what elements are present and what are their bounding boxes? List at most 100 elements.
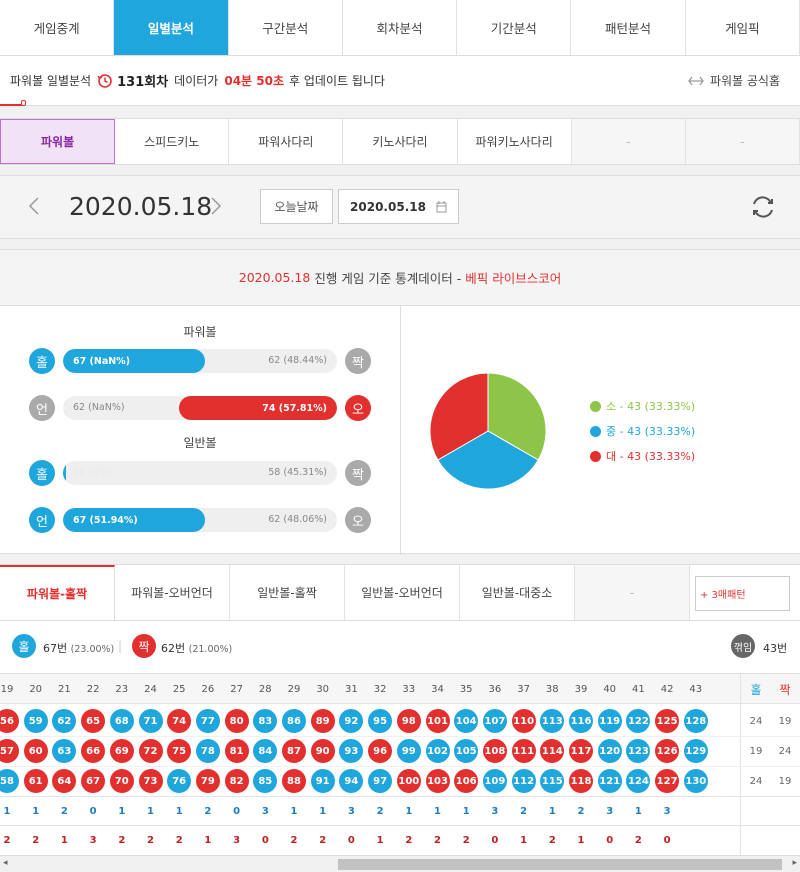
scroll-right-icon[interactable]: ▸ bbox=[792, 858, 797, 868]
number-ball: 128 bbox=[683, 709, 708, 733]
number-ball: 67 bbox=[81, 769, 106, 793]
legend-dot-medium bbox=[590, 425, 601, 437]
number-ball: 69 bbox=[109, 739, 134, 763]
number-ball: 106 bbox=[454, 769, 479, 793]
scroll-thumb[interactable] bbox=[338, 859, 782, 870]
number-ball: 121 bbox=[597, 769, 622, 793]
horizontal-scrollbar[interactable]: ◂ ▸ bbox=[0, 855, 800, 872]
number-ball: 119 bbox=[597, 709, 622, 733]
number-ball: 77 bbox=[195, 709, 220, 733]
normalball-section-title: 일반볼 bbox=[183, 436, 217, 450]
number-ball: 130 bbox=[683, 769, 708, 793]
odd-badge: 홀 bbox=[12, 634, 36, 658]
game-tab-speedkeno[interactable]: 스피드키노 bbox=[115, 119, 230, 164]
number-ball: 115 bbox=[540, 769, 565, 793]
next-date-button[interactable] bbox=[210, 196, 222, 222]
count-odd: 1 bbox=[462, 805, 470, 817]
count-odd: 1 bbox=[405, 805, 413, 817]
number-ball: 57 bbox=[0, 739, 19, 763]
date-picker[interactable]: 2020.05.18 bbox=[338, 189, 459, 224]
number-ball: 65 bbox=[81, 709, 106, 733]
tab-period-analysis[interactable]: 기간분석 bbox=[457, 0, 572, 55]
number-ball: 97 bbox=[368, 769, 393, 793]
official-home-link[interactable]: 파워볼 공식홈 bbox=[687, 72, 780, 89]
tab-live[interactable]: 게임중계 bbox=[0, 0, 115, 55]
tab-round-analysis[interactable]: 회차분석 bbox=[343, 0, 458, 55]
pattern-tab-normal-oddeven[interactable]: 일반볼-홀짝 bbox=[230, 565, 345, 620]
progress-pin bbox=[21, 100, 26, 106]
info-mid: 데이터가 bbox=[174, 74, 219, 88]
game-tab-power-ladder[interactable]: 파워사다리 bbox=[229, 119, 344, 164]
count-odd: 2 bbox=[577, 805, 585, 817]
column-header: 34 bbox=[431, 683, 444, 695]
info-prefix: 파워볼 일별분석 bbox=[10, 74, 92, 88]
tab-range-analysis[interactable]: 구간분석 bbox=[229, 0, 343, 55]
legend-dot-large bbox=[590, 450, 601, 462]
pattern-tab-powerball-overunder[interactable]: 파워볼-오버언더 bbox=[115, 565, 230, 620]
game-tab-empty-2: - bbox=[685, 119, 800, 164]
powerball-bar-right-fill-1: 74 (57.81%) bbox=[178, 396, 337, 420]
powerball-left-badge-0: 홀 bbox=[29, 348, 55, 374]
prev-date-button[interactable] bbox=[28, 196, 40, 222]
legend-medium: 중 - 43 (33.33%) bbox=[590, 423, 695, 439]
tab-pattern-analysis[interactable]: 패턴분석 bbox=[571, 0, 686, 55]
legend-small: 소 - 43 (33.33%) bbox=[590, 398, 695, 414]
column-header: 25 bbox=[172, 683, 186, 695]
game-tab-powerkeno-ladder[interactable]: 파워키노사다리 bbox=[458, 119, 572, 164]
column-header: 33 bbox=[402, 683, 416, 695]
number-ball: 61 bbox=[23, 769, 48, 793]
column-header: 22 bbox=[86, 683, 100, 695]
number-ball: 101 bbox=[425, 709, 450, 733]
count-even: 1 bbox=[204, 834, 212, 846]
game-tab-powerball[interactable]: 파워볼 bbox=[0, 119, 116, 164]
tab-game-pick[interactable]: 게임픽 bbox=[686, 0, 800, 55]
number-ball: 88 bbox=[282, 769, 306, 793]
scroll-left-icon[interactable]: ◂ bbox=[3, 858, 8, 868]
pattern-tab-powerball-oddeven[interactable]: 파워볼-홀짝 bbox=[0, 565, 115, 620]
column-header: 29 bbox=[287, 683, 301, 695]
refresh-icon[interactable] bbox=[749, 193, 777, 221]
even-count: 62번 (21.00%) bbox=[161, 642, 233, 655]
powerball-right-badge-0: 짝 bbox=[345, 348, 371, 374]
game-tab-keno-ladder[interactable]: 키노사다리 bbox=[343, 119, 458, 164]
number-ball: 72 bbox=[138, 739, 163, 763]
number-ball: 82 bbox=[224, 769, 249, 793]
count-odd: 1 bbox=[319, 805, 327, 817]
count-odd: 1 bbox=[175, 805, 183, 817]
number-ball: 56 bbox=[0, 709, 19, 733]
normalball-bar-left-fill-1: 67 (51.94%) bbox=[63, 508, 206, 532]
count-even: 2 bbox=[434, 834, 441, 846]
number-ball: 94 bbox=[339, 769, 364, 793]
spinner-icon bbox=[688, 76, 704, 85]
column-header: 31 bbox=[345, 683, 358, 695]
count-even: 0 bbox=[606, 834, 614, 846]
count-even: 2 bbox=[3, 834, 11, 846]
number-ball: 59 bbox=[23, 709, 48, 733]
number-ball: 81 bbox=[224, 739, 249, 763]
odd-count: 67번 (23.00%) bbox=[43, 642, 115, 655]
number-ball: 73 bbox=[138, 769, 163, 793]
today-button[interactable]: 오늘날짜 bbox=[260, 189, 333, 224]
tab-daily-analysis[interactable]: 일별분석 bbox=[114, 0, 229, 55]
count-odd: 1 bbox=[634, 805, 642, 817]
count-even: 2 bbox=[147, 834, 154, 846]
pattern-tab-normal-overunder[interactable]: 일반볼-오버언더 bbox=[345, 565, 460, 620]
stats-divider bbox=[400, 306, 401, 555]
number-ball: 70 bbox=[109, 769, 134, 793]
number-ball: 120 bbox=[597, 739, 622, 763]
number-ball: 108 bbox=[482, 739, 507, 763]
count-odd: 3 bbox=[261, 805, 269, 817]
update-info-bar: 파워볼 일별분석 131회차 데이터가 04분 50초 후 업데이트 됩니다 파… bbox=[0, 56, 800, 106]
date-picker-value: 2020.05.18 bbox=[350, 199, 426, 214]
number-ball: 102 bbox=[425, 739, 450, 763]
info-suffix: 후 업데이트 됩니다 bbox=[289, 74, 385, 88]
pattern-select[interactable]: + 3매패턴 bbox=[695, 576, 790, 611]
number-ball: 109 bbox=[482, 769, 507, 793]
count-even: 0 bbox=[347, 834, 355, 846]
summary-separator: | bbox=[118, 639, 123, 653]
pattern-tab-normal-size[interactable]: 일반볼-대중소 bbox=[460, 565, 575, 620]
powerball-section-title: 파워볼 bbox=[183, 325, 217, 339]
number-ball: 60 bbox=[23, 739, 48, 763]
number-ball: 124 bbox=[626, 769, 651, 793]
normalball-bar-right-label-1: 62 (48.06%) bbox=[268, 514, 327, 525]
